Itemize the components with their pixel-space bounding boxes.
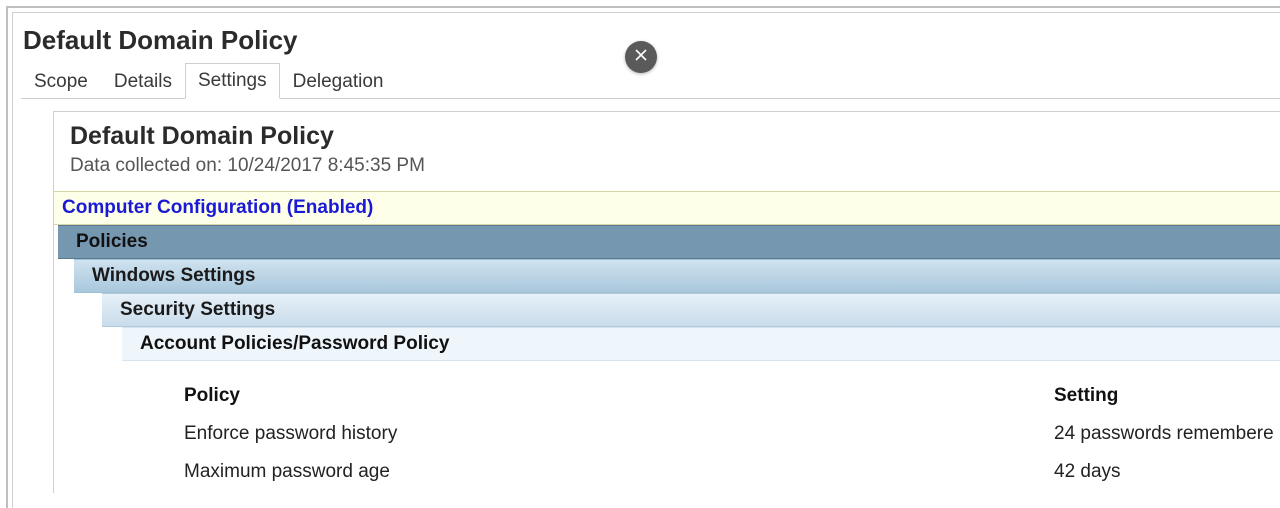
tab-details[interactable]: Details (101, 64, 185, 99)
inner-frame: Default Domain Policy Scope Details Sett… (12, 12, 1280, 508)
outer-frame: Default Domain Policy Scope Details Sett… (6, 6, 1280, 508)
close-icon (635, 48, 647, 66)
section-account-policies[interactable]: Account Policies/Password Policy (122, 327, 1280, 361)
report-title: Default Domain Policy (54, 112, 1280, 155)
section-windows-settings[interactable]: Windows Settings (74, 259, 1280, 293)
column-header-policy: Policy (184, 385, 1054, 407)
table-row: Maximum password age 42 days (144, 455, 1280, 493)
close-button[interactable] (625, 41, 657, 73)
policy-setting: 24 passwords remembere (1054, 423, 1280, 445)
table-header-row: Policy Setting (144, 379, 1280, 417)
report-collected-timestamp: Data collected on: 10/24/2017 8:45:35 PM (54, 155, 1280, 191)
section-computer-configuration[interactable]: Computer Configuration (Enabled) (54, 191, 1280, 225)
tab-delegation[interactable]: Delegation (280, 64, 397, 99)
section-security-settings[interactable]: Security Settings (102, 293, 1280, 327)
policy-name: Maximum password age (184, 461, 1054, 483)
settings-report-panel: Default Domain Policy Data collected on:… (53, 111, 1280, 493)
table-row: Enforce password history 24 passwords re… (144, 417, 1280, 455)
tab-settings[interactable]: Settings (185, 63, 280, 99)
policy-setting: 42 days (1054, 461, 1280, 483)
policy-name: Enforce password history (184, 423, 1054, 445)
tab-scope[interactable]: Scope (21, 64, 101, 99)
section-policies[interactable]: Policies (58, 225, 1280, 259)
column-header-setting: Setting (1054, 385, 1280, 407)
policy-table: Policy Setting Enforce password history … (144, 361, 1280, 493)
